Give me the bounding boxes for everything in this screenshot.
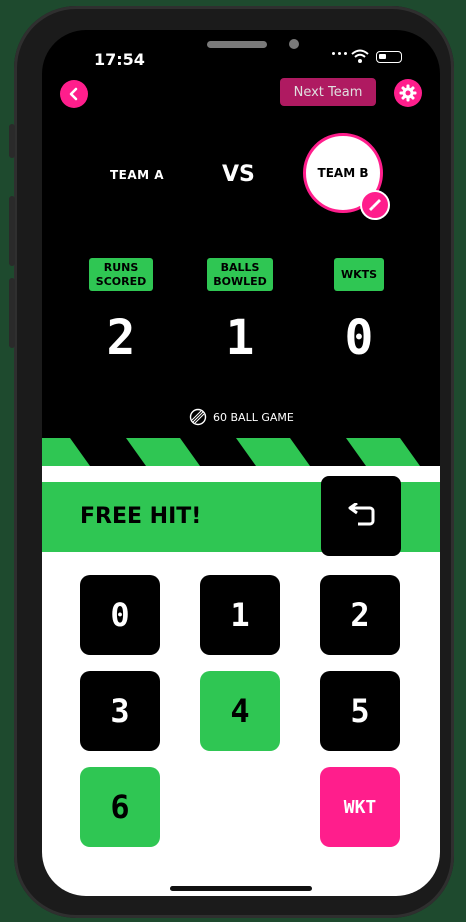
- undo-arrow-icon: [348, 503, 375, 526]
- vs-label: VS: [222, 162, 255, 187]
- volume-up-button: [9, 196, 15, 266]
- balls-label-line2: BOWLED: [213, 274, 267, 288]
- settings-button[interactable]: [394, 79, 422, 107]
- speaker: [207, 41, 267, 48]
- wickets-badge: WKTS: [334, 258, 384, 291]
- runs-label-line2: SCORED: [95, 274, 147, 288]
- key-6[interactable]: 6: [80, 767, 160, 847]
- undo-button[interactable]: [321, 476, 401, 556]
- cricket-bat-icon: [369, 199, 381, 211]
- battery-icon: [376, 51, 402, 63]
- cricket-ball-icon: [189, 408, 207, 426]
- team-a-label: TEAM A: [110, 168, 165, 182]
- key-3[interactable]: 3: [80, 671, 160, 751]
- runs-label-line1: RUNS: [103, 260, 139, 274]
- status-time: 17:54: [94, 50, 145, 69]
- wifi-icon: [351, 49, 369, 63]
- back-button[interactable]: [60, 80, 88, 108]
- wicket-button[interactable]: WKT: [320, 767, 400, 847]
- free-hit-label: FREE HIT!: [80, 504, 202, 529]
- volume-down-button: [9, 278, 15, 348]
- batting-badge: [360, 190, 390, 220]
- stripe-divider: [42, 438, 420, 466]
- key-0[interactable]: 0: [80, 575, 160, 655]
- app-screen: 17:54 Next Team TEAM A VS TEAM B RUNS SC…: [42, 30, 440, 896]
- signal-icon: [332, 52, 347, 55]
- balls-label-line1: BALLS: [220, 260, 260, 274]
- home-indicator[interactable]: [170, 886, 312, 891]
- wkts-label: WKTS: [340, 267, 378, 281]
- runs-scored-value: 2: [106, 310, 136, 366]
- chevron-left-icon: [69, 87, 78, 101]
- mute-switch: [9, 124, 15, 158]
- game-type-label: 60 BALL GAME: [213, 410, 294, 424]
- game-type-tag: 60 BALL GAME: [189, 408, 294, 426]
- balls-bowled-value: 1: [225, 310, 255, 366]
- key-4[interactable]: 4: [200, 671, 280, 751]
- gear-icon: [399, 84, 417, 102]
- key-1[interactable]: 1: [200, 575, 280, 655]
- team-b-label: TEAM B: [317, 166, 369, 180]
- runs-scored-badge: RUNS SCORED: [89, 258, 153, 291]
- key-2[interactable]: 2: [320, 575, 400, 655]
- balls-bowled-badge: BALLS BOWLED: [207, 258, 273, 291]
- camera: [289, 39, 299, 49]
- status-bar: 17:54: [42, 30, 440, 86]
- next-team-button[interactable]: Next Team: [280, 78, 376, 106]
- key-5[interactable]: 5: [320, 671, 400, 751]
- wickets-value: 0: [344, 310, 374, 366]
